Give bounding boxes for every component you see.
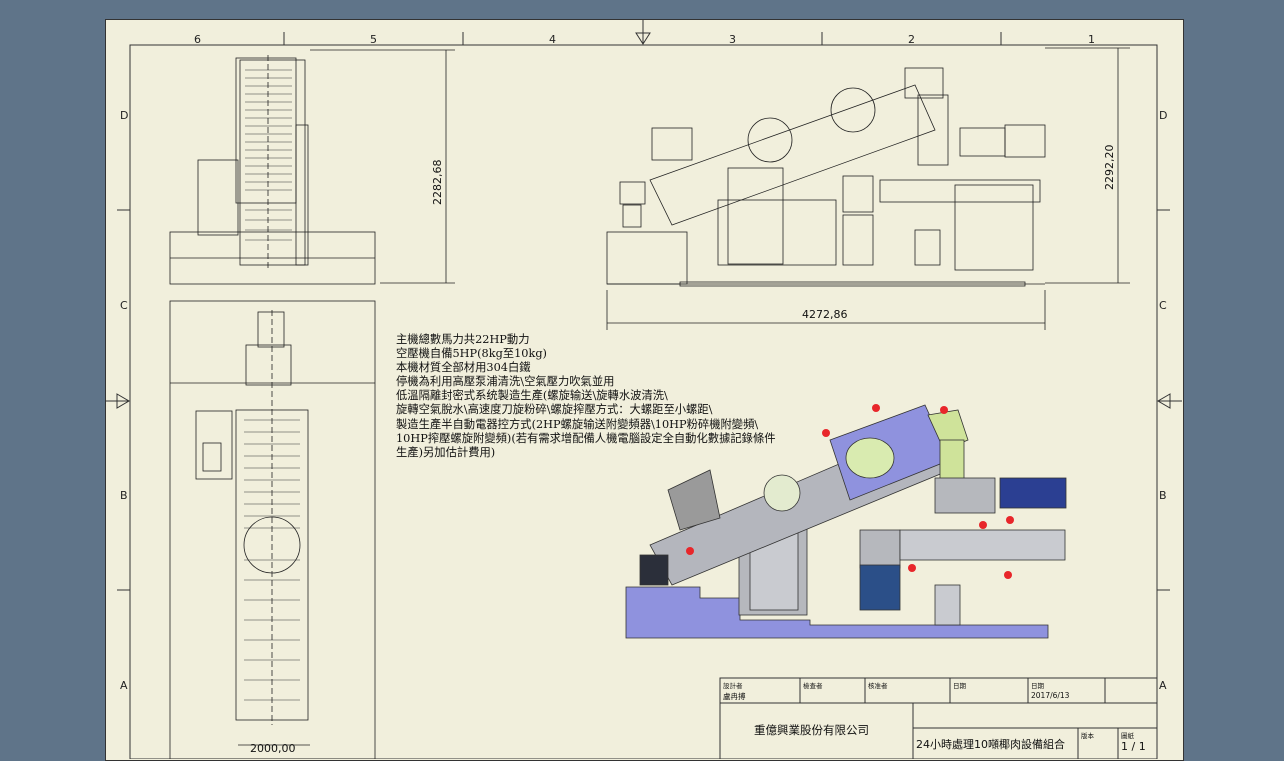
zone-row-c-left: C — [120, 299, 128, 312]
sheet-number: 1 / 1 — [1121, 740, 1146, 753]
note-line: 低溫隔離封密式系统製造生產(螺旋输送\旋轉水波清洗\ — [396, 389, 668, 403]
front-height-dimension: 2292,20 — [1103, 145, 1116, 191]
zone-row-b-right: B — [1159, 489, 1167, 502]
zone-col-6: 6 — [194, 33, 201, 46]
sheet-label: 圖紙 — [1121, 732, 1134, 740]
zone-col-2: 2 — [908, 33, 915, 46]
note-line: 主機總數馬力共22HP動力 — [396, 333, 530, 346]
zone-col-1: 1 — [1088, 33, 1095, 46]
zone-row-d-left: D — [120, 109, 128, 122]
zone-row-a-left: A — [120, 679, 128, 692]
note-line: 本機材質全部材用304白鐵 — [396, 361, 531, 375]
front-length-dimension: 4272,86 — [802, 308, 848, 321]
zone-col-5: 5 — [370, 33, 377, 46]
date-label-2: 日期 — [1031, 682, 1044, 690]
note-line: 旋轉空氣脫水\高速度刀旋粉碎\螺旋搾壓方式：大螺距至小螺距\ — [396, 403, 713, 417]
note-line: 生產)另加估計費用) — [396, 445, 496, 459]
checker-label: 檢查者 — [803, 682, 823, 690]
version-label: 版本 — [1081, 732, 1094, 740]
zone-col-3: 3 — [729, 33, 736, 46]
zone-row-d-right: D — [1159, 109, 1167, 122]
drawing-title: 24小時處理10噸椰肉設備組合 — [916, 738, 1065, 751]
note-line: 10HP搾壓螺旋附變頻)(若有需求增配備人機電腦設定全自動化數據記錄條件 — [396, 431, 776, 445]
company-name: 重億興業股份有限公司 — [754, 723, 869, 737]
date-label-1: 日期 — [953, 682, 966, 690]
zone-row-a-right: A — [1159, 679, 1167, 692]
spec-notes: 主機總數馬力共22HP動力 空壓機自備5HP(8kg至10kg) 本機材質全部材… — [396, 333, 816, 460]
note-line: 製造生產半自動電器控方式(2HP螺旋输送附變頻器\10HP粉碎機附變頻\ — [396, 417, 759, 431]
date-value: 2017/6/13 — [1031, 691, 1070, 700]
zone-row-c-right: C — [1159, 299, 1167, 312]
designer-label: 設計者 — [723, 682, 743, 690]
designer-value: 盧冉搏 — [723, 692, 746, 701]
note-line: 停機為利用高壓泵浦清洗\空氣壓力吹氣並用 — [396, 375, 615, 389]
top-view — [169, 300, 376, 759]
front-view — [606, 47, 1130, 330]
side-view — [169, 49, 455, 285]
zone-row-b-left: B — [120, 489, 128, 502]
approver-label: 核准者 — [868, 682, 888, 690]
side-height-dimension: 2282,68 — [431, 160, 444, 206]
top-width-dimension: 2000,00 — [250, 742, 296, 755]
zone-col-4: 4 — [549, 33, 556, 46]
note-line: 空壓機自備5HP(8kg至10kg) — [396, 347, 547, 361]
